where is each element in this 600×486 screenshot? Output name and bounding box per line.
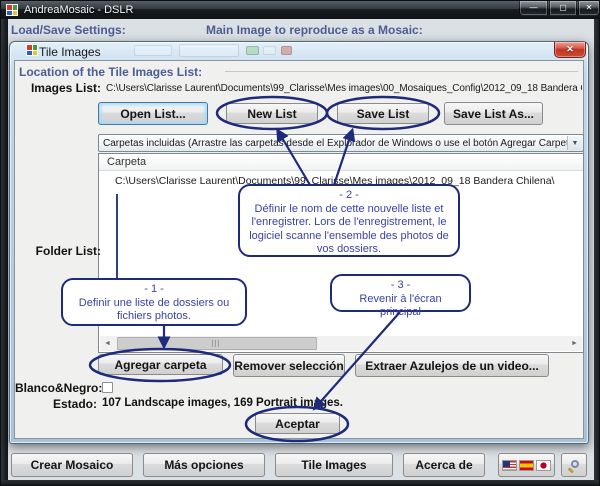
aceptar-button[interactable]: Aceptar xyxy=(255,413,340,434)
window-titlebar: AndreaMosaic - DSLR xyxy=(1,1,600,19)
japan-flag-icon xyxy=(536,460,551,471)
close-button[interactable]: ✕ xyxy=(578,1,600,16)
crear-mosaico-button[interactable]: Crear Mosaico xyxy=(11,453,133,477)
blanco-negro-checkbox[interactable] xyxy=(102,382,113,393)
us-flag-icon xyxy=(502,460,517,471)
titlebar-ghost xyxy=(281,46,292,55)
window-frame-right xyxy=(594,19,600,480)
group-divider xyxy=(225,71,578,72)
blanco-negro-label: Blanco&Negro: xyxy=(15,381,97,395)
scroll-left-icon[interactable]: ◄ xyxy=(100,336,115,351)
chevron-down-icon[interactable]: ▼ xyxy=(567,136,582,150)
scrollbar-thumb[interactable] xyxy=(117,337,317,350)
main-image-label: Main Image to reproduce as a Mosaic: xyxy=(206,23,423,37)
callout-3-number: - 3 - xyxy=(338,279,463,293)
scroll-right-icon[interactable]: ► xyxy=(567,336,582,351)
combo-selected-text: Carpetas incluidas (Arrastre las carpeta… xyxy=(103,138,578,149)
app-icon xyxy=(6,4,18,16)
save-list-as-button[interactable]: Save List As... xyxy=(444,102,543,125)
load-save-settings-label: Load/Save Settings: xyxy=(11,23,126,37)
remover-seleccion-button[interactable]: Remover selección xyxy=(233,354,345,377)
dialog-title: Tile Images xyxy=(39,45,101,59)
titlebar-ghost xyxy=(134,45,172,56)
language-button[interactable] xyxy=(498,453,555,477)
folder-mode-combobox[interactable]: Carpetas incluidas (Arrastre las carpeta… xyxy=(98,134,584,152)
callout-1: - 1 - Definir une liste de dossiers ou f… xyxy=(61,278,247,326)
dialog-close-button[interactable]: ✕ xyxy=(554,42,586,58)
callout-2: - 2 - Définir le nom de cette nouvelle l… xyxy=(238,184,460,257)
spain-flag-icon xyxy=(519,460,534,471)
estado-value: 107 Landscape images, 169 Portrait image… xyxy=(102,397,343,409)
callout-2-text: Définir le nom de cette nouvelle liste e… xyxy=(246,203,452,257)
list-column-header[interactable]: Carpeta xyxy=(99,154,583,171)
minimize-button[interactable]: — xyxy=(519,1,548,16)
agregar-carpeta-button[interactable]: Agregar carpeta xyxy=(98,354,223,375)
open-list-button[interactable]: Open List... xyxy=(98,102,208,125)
save-list-button[interactable]: Save List xyxy=(337,103,429,124)
acerca-de-button[interactable]: Acerca de xyxy=(403,453,485,477)
images-list-label: Images List: xyxy=(11,81,101,95)
images-list-path: C:\Users\Clarisse Laurent\Documents\99_C… xyxy=(106,83,582,94)
maximize-button[interactable]: ▢ xyxy=(549,1,577,16)
folder-list-label: Folder List: xyxy=(11,244,101,258)
magnifier-icon xyxy=(568,459,581,472)
callout-1-text: Definir une liste de dossiers ou fichier… xyxy=(69,297,239,324)
callout-3-text: Revenir à l'écran principal xyxy=(338,293,463,320)
window-title: AndreaMosaic - DSLR xyxy=(24,4,133,16)
callout-1-number: - 1 - xyxy=(69,283,239,297)
titlebar-ghost xyxy=(246,46,259,55)
estado-label: Estado: xyxy=(21,397,97,411)
extraer-azulejos-button[interactable]: Extraer Azulejos de un video... xyxy=(355,354,549,377)
window-frame-left xyxy=(1,19,8,480)
group-title: Location of the Tile Images List: xyxy=(19,65,202,79)
dialog-icon xyxy=(26,44,38,56)
horizontal-scrollbar[interactable]: ◄ ► xyxy=(100,336,582,351)
titlebar-ghost xyxy=(263,46,276,55)
callout-2-number: - 2 - xyxy=(246,189,452,203)
titlebar-ghost xyxy=(179,44,239,57)
search-button[interactable] xyxy=(561,453,587,477)
tile-images-button[interactable]: Tile Images xyxy=(275,453,393,477)
scrollbar-grip xyxy=(212,340,222,347)
mas-opciones-button[interactable]: Más opciones xyxy=(143,453,265,477)
new-list-button[interactable]: New List xyxy=(226,103,318,124)
andreamosaic-window: AndreaMosaic - DSLR — ▢ ✕ Load/Save Sett… xyxy=(0,0,600,486)
window-frame-bottom xyxy=(1,480,600,486)
callout-3: - 3 - Revenir à l'écran principal xyxy=(330,274,471,312)
